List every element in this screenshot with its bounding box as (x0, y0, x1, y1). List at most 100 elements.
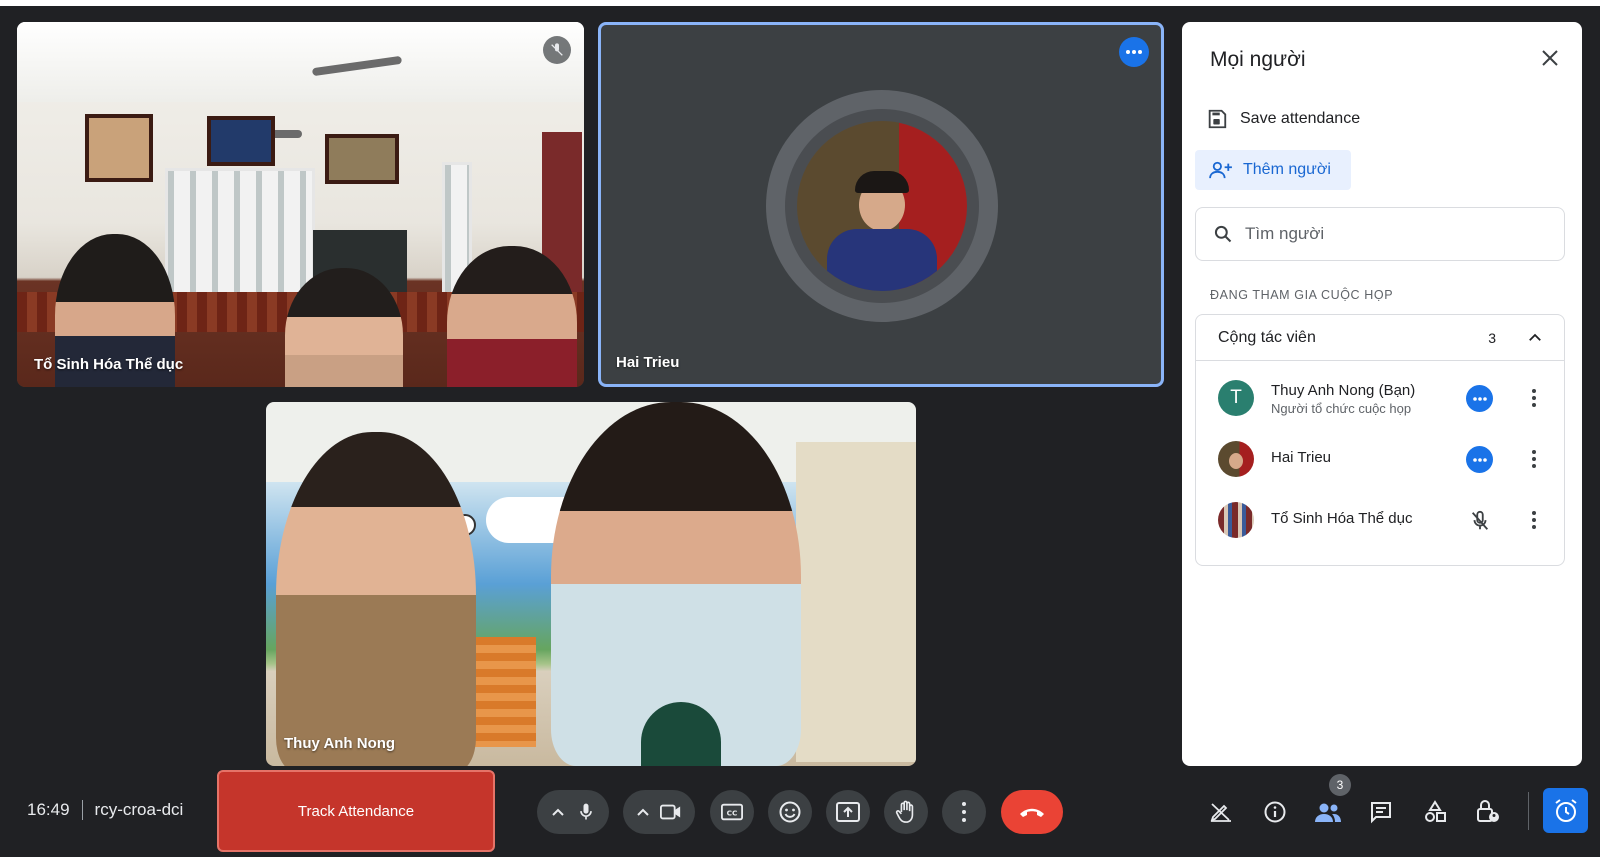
participant-name: Thuy Anh Nong (284, 735, 396, 752)
end-call-icon (1020, 808, 1044, 817)
divider (1528, 792, 1529, 830)
leave-call-button[interactable] (1001, 790, 1063, 834)
close-panel-button[interactable] (1538, 46, 1562, 70)
edit-off-button[interactable] (1206, 797, 1236, 827)
alarm-clock-icon (1554, 798, 1577, 822)
people-panel: Mọi người Save attendance Thêm người Tìm… (1182, 22, 1582, 766)
chat-icon (1371, 802, 1391, 824)
save-attendance-label: Save attendance (1240, 110, 1361, 127)
person (276, 432, 476, 766)
person (447, 246, 577, 387)
svg-text:CC: CC (727, 809, 738, 818)
close-icon (1542, 50, 1558, 66)
chevron-up-icon (637, 808, 649, 816)
add-people-button[interactable]: Thêm người (1195, 150, 1351, 190)
mic-off-icon (551, 43, 563, 56)
host-controls-button[interactable] (1473, 797, 1503, 827)
group-count: 3 (1488, 330, 1496, 346)
top-strip (0, 0, 1600, 6)
present-icon (836, 802, 860, 822)
mic-icon (579, 803, 592, 820)
pen-off-icon (1210, 803, 1231, 822)
save-icon (1208, 109, 1227, 129)
participant-name: Tổ Sinh Hóa Thể dục (34, 356, 184, 373)
reactions-button[interactable] (768, 790, 812, 834)
participant-name: Hai Trieu (1271, 449, 1332, 466)
more-horizontal-icon (1126, 50, 1142, 54)
add-people-label: Thêm người (1243, 161, 1331, 178)
activities-button[interactable] (1420, 797, 1450, 827)
closed-captions-icon: CC (721, 803, 743, 821)
more-options-button[interactable] (942, 790, 986, 834)
avatar (797, 121, 967, 291)
participant-row[interactable]: Hai Trieu (1196, 429, 1564, 489)
mic-off-indicator (1466, 507, 1493, 534)
wall-picture (325, 134, 399, 184)
present-screen-button[interactable] (826, 790, 870, 834)
people-count-badge: 3 (1329, 774, 1351, 796)
participant-name: Hai Trieu (616, 354, 680, 371)
more-vertical-icon (1532, 450, 1536, 468)
emoji-icon (779, 801, 801, 823)
meeting-code: rcy-croa-dci (94, 800, 184, 819)
person (285, 268, 403, 387)
search-icon (1214, 225, 1232, 243)
collapse-group-button[interactable] (1526, 329, 1544, 352)
save-attendance-button[interactable]: Save attendance (1206, 108, 1360, 130)
person-add-icon (1209, 161, 1232, 179)
more-vertical-icon (1532, 511, 1536, 529)
captions-button[interactable]: CC (710, 790, 754, 834)
chevron-up-icon (551, 808, 564, 816)
participant-name: Thuy Anh Nong (Bạn) (1271, 382, 1416, 399)
hand-icon (895, 800, 914, 823)
participant-row[interactable]: T Thuy Anh Nong (Bạn) Người tổ chức cuộc… (1196, 368, 1564, 428)
panel-title: Mọi người (1210, 48, 1306, 71)
group-header[interactable]: Cộng tác viên 3 (1196, 315, 1564, 361)
more-vertical-icon (962, 802, 966, 822)
chevron-up-icon (1529, 333, 1541, 341)
search-people-input[interactable]: Tìm người (1195, 207, 1565, 261)
shapes-icon (1425, 800, 1446, 822)
participant-more-button[interactable] (1522, 386, 1546, 410)
avatar: T (1218, 380, 1254, 416)
chat-button[interactable] (1366, 797, 1396, 827)
track-attendance-button[interactable]: Track Attendance (217, 770, 495, 852)
avatar (1218, 441, 1254, 477)
raise-hand-button[interactable] (884, 790, 928, 834)
meeting-info: 16:49 rcy-croa-dci (27, 800, 183, 820)
current-time: 16:49 (27, 800, 70, 819)
participant-name: Tổ Sinh Hóa Thể dục (1271, 510, 1413, 527)
more-horizontal-icon (1472, 457, 1487, 462)
meeting-details-button[interactable] (1260, 797, 1290, 827)
video-tile-classroom[interactable]: Tổ Sinh Hóa Thể dục (17, 22, 584, 387)
search-placeholder: Tìm người (1245, 224, 1325, 243)
divider (81, 800, 83, 820)
participant-role: Người tổ chức cuộc họp (1271, 401, 1412, 416)
lock-person-icon (1477, 800, 1499, 822)
video-tile-hai-trieu[interactable]: Hai Trieu (598, 22, 1164, 387)
microphone-control[interactable] (537, 790, 609, 834)
mic-off-badge (543, 36, 571, 64)
participant-more-button[interactable] (1522, 508, 1546, 532)
wall-picture (85, 114, 153, 182)
section-label: ĐANG THAM GIA CUỘC HỌP (1210, 288, 1394, 302)
speaking-indicator (1466, 446, 1493, 473)
info-icon (1264, 801, 1286, 823)
speaking-indicator (1466, 385, 1493, 412)
wall-picture (207, 116, 275, 166)
camera-control[interactable] (623, 790, 695, 834)
video-tile-thuy-anh-nong[interactable]: Thuy Anh Nong (266, 402, 916, 766)
mic-off-icon (1471, 510, 1488, 530)
avatar (1218, 502, 1254, 538)
people-icon (1315, 803, 1341, 822)
participant-group: Cộng tác viên 3 T Thuy Anh Nong (Bạn) Ng… (1195, 314, 1565, 566)
group-title: Cộng tác viên (1218, 329, 1316, 346)
more-options-button[interactable] (1119, 37, 1149, 67)
timer-button[interactable] (1543, 788, 1588, 833)
people-button[interactable] (1313, 797, 1343, 827)
camera-icon (660, 804, 681, 820)
more-horizontal-icon (1472, 396, 1487, 401)
more-vertical-icon (1532, 389, 1536, 407)
participant-row[interactable]: Tổ Sinh Hóa Thể dục (1196, 490, 1564, 550)
participant-more-button[interactable] (1522, 447, 1546, 471)
